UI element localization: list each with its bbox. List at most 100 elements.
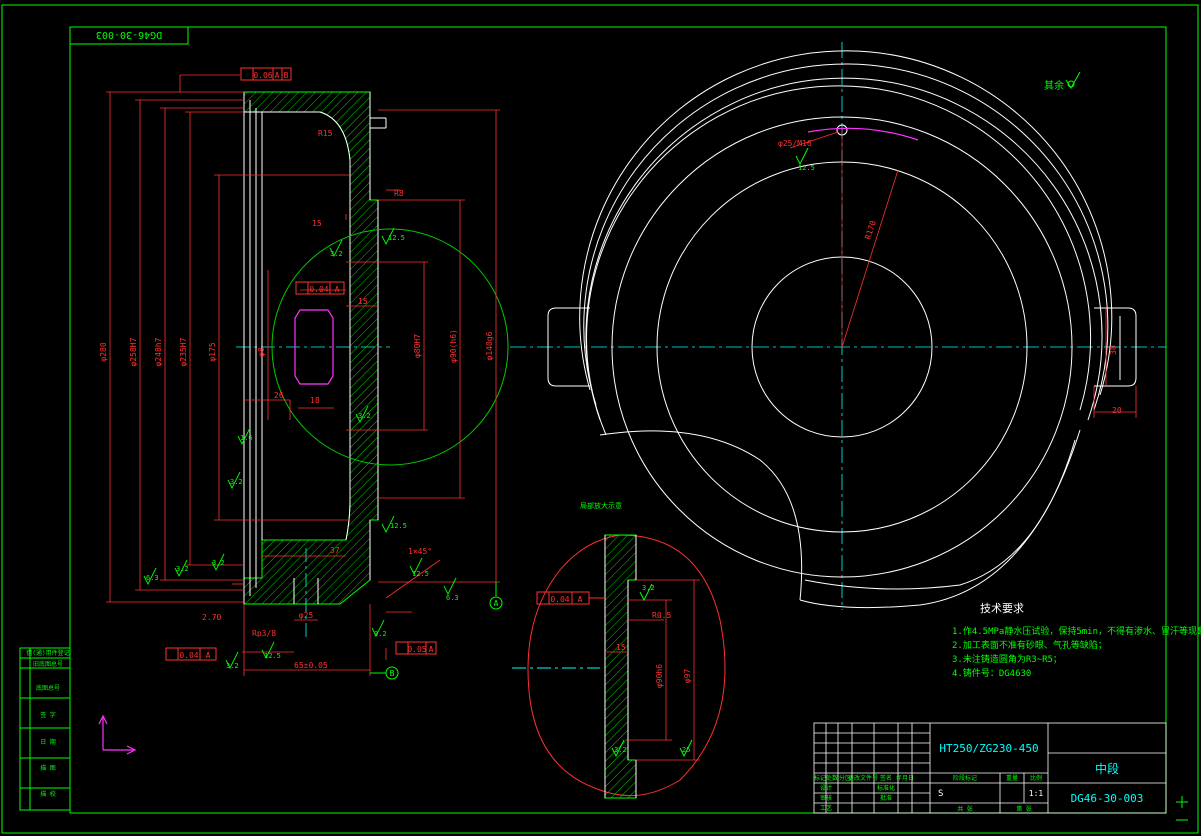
dim-d90: φ90(h6) [449, 329, 458, 363]
dim-270: 2.70 [202, 613, 221, 622]
plan-view: R170 φ25/M16 12.5 20 30 [510, 42, 1166, 610]
gdt-mid-datum: A [335, 285, 340, 294]
tb-label-mark: 标记 [814, 774, 826, 782]
drawing-number-text: DG46-30-003 [96, 29, 162, 40]
strip-cell-5: 描 图 [40, 764, 56, 772]
detail-view: 局部放大示意 0.04 A φ97 φ90h6 15 R0.5 3.2 3.2 … [512, 501, 726, 799]
cad-drawing: DG46-30-003 借(通)用件登记 旧底图总号 底图总号 签 字 日 期 … [1, 4, 1201, 834]
datum-a-symbol: A [489, 582, 503, 610]
tech-req-item-1: 1.作4.5MPa静水压试验，保持5min，不得有渗水、冒汗等现象； [952, 625, 1201, 637]
gdt-top-value: 0.06 [253, 71, 272, 80]
tb-label-total: 共 张 [957, 805, 973, 813]
dim-15b: 15 [312, 219, 322, 228]
strip-cell-4: 日 期 [40, 738, 56, 746]
gdt-frame-bottom-left: 0.04 A [165, 647, 217, 661]
detail-rough-b: 3.2 [614, 746, 627, 754]
plan-h30: 30 [1109, 345, 1118, 355]
tb-label-sheet: 第 张 [1016, 805, 1032, 813]
rough-32f: 3.2 [226, 662, 239, 670]
dim-d25: φ25 [299, 611, 314, 620]
section-view: 0.06 A B 0.04 A 0.04 A 0.05 A A B φ280 φ… [99, 67, 509, 680]
gdt-top-datum-a: A [275, 71, 280, 80]
tb-label-check: 审核 [820, 794, 832, 802]
ucs-icon [98, 714, 137, 755]
rough-125d: 12.5 [264, 652, 281, 660]
cad-drawing-canvas: DG46-30-003 借(通)用件登记 旧底图总号 底图总号 签 字 日 期 … [0, 0, 1201, 836]
dim-d80h: φ8 [257, 347, 266, 357]
dim-26: 26 [274, 391, 284, 400]
tb-label-change: 更改文件号 [848, 774, 878, 782]
dim-15: 15 [358, 297, 368, 306]
detail-label: 局部放大示意 [580, 501, 622, 510]
dim-d80: φ80H7 [413, 334, 422, 358]
rough-32g: 3.2 [374, 630, 387, 638]
tb-label-stage: 阶段标记 [953, 774, 977, 782]
technical-requirements: 技术要求 1.作4.5MPa静水压试验，保持5min，不得有渗水、冒汗等现象； … [952, 602, 1201, 679]
tb-part-name: 中段 [1095, 761, 1119, 776]
dim-d248: φ248h7 [154, 337, 163, 366]
tb-label-weight: 重量 [1006, 774, 1018, 782]
dim-chamfer: 1×45° [408, 547, 432, 556]
plan-r170: R170 [863, 219, 878, 240]
strip-cell-0: 借(通)用件登记 [26, 649, 69, 657]
tb-label-process: 工艺 [820, 804, 832, 812]
tb-grade-mark: S [938, 789, 943, 799]
gdt-frame-mid: 0.04 A [295, 281, 345, 295]
detail-gdt-value: 0.04 [550, 595, 569, 604]
gdt-mid-value: 0.04 [309, 285, 328, 294]
detail-rough-c: 25 [682, 746, 690, 754]
dim-37: 37 [330, 546, 340, 555]
tb-material: HT250/ZG230-450 [939, 742, 1038, 755]
finish-note: 其余 [1044, 71, 1081, 92]
detail-rough-a: 3.2 [642, 584, 655, 592]
rough-125b: 12.5 [390, 522, 407, 530]
datum-b-label: B [390, 669, 395, 678]
tb-drawing-number: DG46-30-003 [1071, 792, 1144, 805]
rough-32e: 3.2 [358, 412, 371, 420]
left-strip-labels: 借(通)用件登记 旧底图总号 底图总号 签 字 日 期 描 图 描 校 [26, 649, 69, 798]
dim-18: 18 [310, 396, 320, 405]
rough-32b: 3.2 [212, 559, 225, 567]
plan-w20: 20 [1112, 406, 1122, 415]
plan-rough: 12.5 [798, 164, 815, 172]
gdt-br-datum: A [429, 645, 434, 654]
gdt-bl-value: 0.04 [179, 651, 198, 660]
detail-r05: R0.5 [652, 611, 671, 620]
plan-bolt-arc [807, 127, 919, 141]
tb-label-sign: 签名 [880, 774, 892, 782]
rough-125a: 12.5 [388, 234, 405, 242]
gdt-top-datum-b: B [284, 71, 289, 80]
strip-cell-3: 签 字 [40, 711, 56, 719]
tech-req-item-3: 3.未注铸造圆角为R3~R5； [952, 653, 1062, 665]
dim-d175: φ175 [208, 342, 217, 361]
rough-32d: 3.2 [330, 250, 343, 258]
plan-d25m16: φ25/M16 [778, 139, 812, 148]
tech-req-title: 技术要求 [980, 602, 1024, 615]
tb-label-scale: 比例 [1030, 774, 1042, 782]
datum-b-symbol: B [370, 666, 399, 680]
tb-label-std: 标准化 [877, 784, 895, 792]
strip-cell-1: 旧底图总号 [33, 660, 63, 668]
gdt-frame-bottom-right: 0.05 A [395, 641, 437, 655]
drawing-number-box: DG46-30-003 [69, 26, 189, 45]
rough-32c: 3.2 [230, 478, 243, 486]
dim-r15: R15 [318, 129, 333, 138]
datum-a-label: A [494, 599, 499, 608]
detail-d97: φ97 [683, 669, 692, 684]
dim-d258: φ258H7 [129, 337, 138, 366]
dim-d235: φ235H7 [179, 337, 188, 366]
rough-63b: 6.3 [446, 594, 459, 602]
dim-65: 65±0.05 [294, 661, 328, 670]
detail-gdt-frame: 0.04 A [536, 591, 605, 605]
gdt-frame-top: 0.06 A B [240, 67, 292, 81]
gdt-bl-datum: A [206, 651, 211, 660]
tech-req-item-4: 4.铸件号：DG4630 [952, 667, 1031, 679]
tb-label-count: 处数 [826, 774, 838, 782]
rough-32a: 3.2 [176, 565, 189, 573]
finish-note-text: 其余 [1044, 79, 1064, 92]
tb-label-approve: 批准 [880, 794, 892, 802]
rough-125c: 12.5 [412, 570, 429, 578]
tb-label-design: 设计 [820, 784, 832, 792]
tech-req-item-2: 2.加工表面不准有砂眼、气孔等缺陷； [952, 639, 1107, 651]
tb-scale: 1:1 [1029, 789, 1044, 798]
